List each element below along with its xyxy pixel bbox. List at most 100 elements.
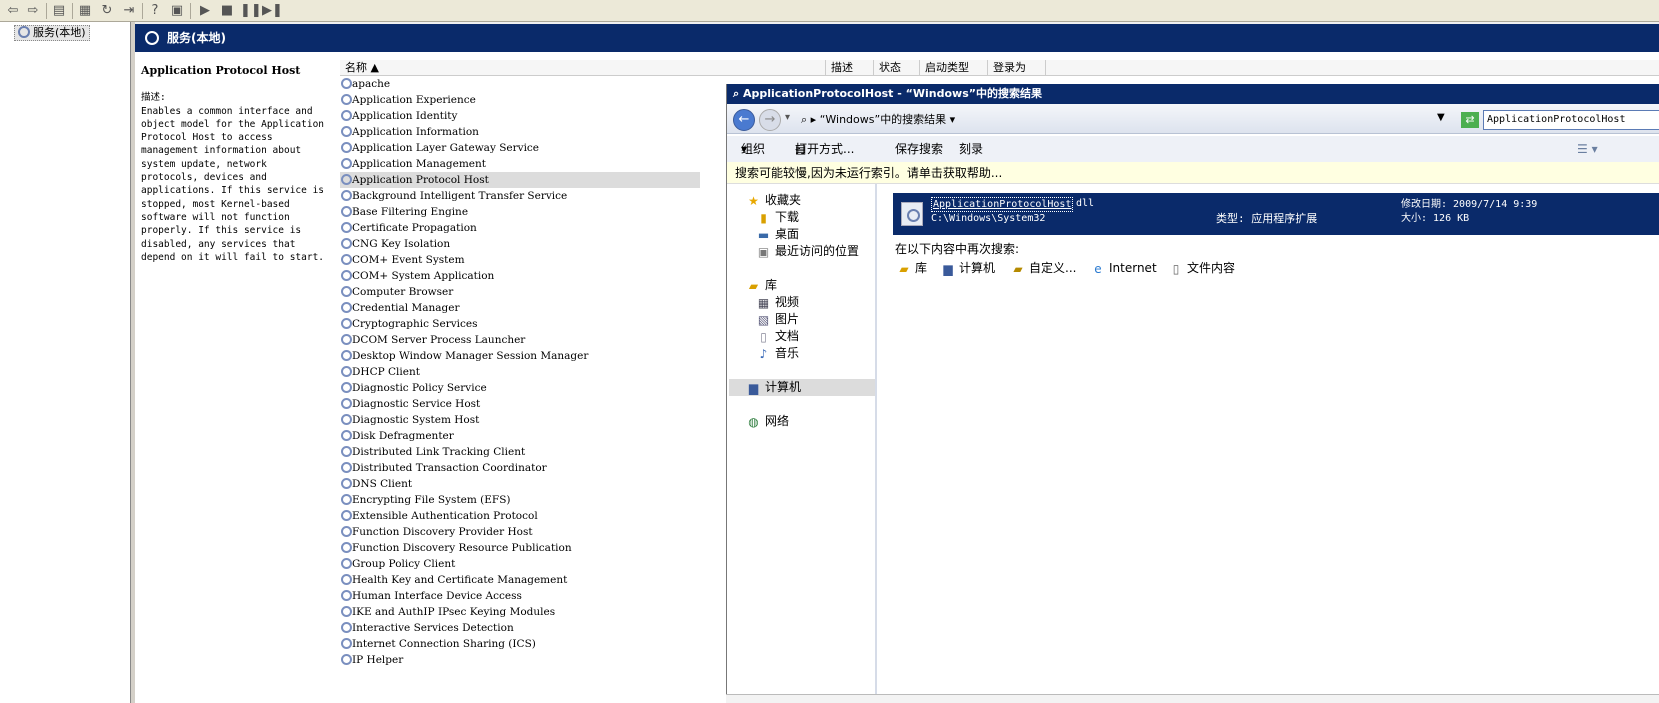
service-row[interactable]: Distributed Transaction Coordinator bbox=[340, 460, 700, 476]
organize-label: 组织 bbox=[741, 142, 766, 156]
resume-service-icon[interactable]: ▶❚ bbox=[262, 2, 283, 20]
refresh-icon[interactable]: ⇄ bbox=[1461, 112, 1479, 128]
pause-service-icon[interactable]: ❚❚ bbox=[240, 2, 262, 20]
refresh-icon[interactable]: ↻ bbox=[98, 2, 116, 20]
help-icon[interactable]: ? bbox=[146, 2, 164, 20]
service-gear-icon bbox=[341, 510, 352, 521]
service-row[interactable]: COM+ Event System bbox=[340, 252, 700, 268]
search-window-titlebar[interactable]: ⌕ ApplicationProtocolHost - “Windows”中的搜… bbox=[727, 84, 1659, 104]
nav-documents[interactable]: ▯ 文档 bbox=[757, 328, 799, 345]
search-again-custom[interactable]: ▰ 自定义... bbox=[1011, 260, 1076, 277]
toolbar: ⇦ ⇨ ▤ ▦ ↻ ⇥ ? ▣ ▶ ■ ❚❚ ▶❚ bbox=[0, 0, 1659, 22]
start-service-icon[interactable]: ▶ bbox=[196, 2, 214, 20]
service-row[interactable]: Group Policy Client bbox=[340, 556, 700, 572]
nav-downloads[interactable]: ▮ 下载 bbox=[757, 209, 799, 226]
export-list-icon[interactable]: ⇥ bbox=[120, 2, 138, 20]
service-row[interactable]: Diagnostic Service Host bbox=[340, 396, 700, 412]
service-gear-icon bbox=[341, 622, 352, 633]
service-row[interactable]: IKE and AuthIP IPsec Keying Modules bbox=[340, 604, 700, 620]
toolbar-separator bbox=[190, 3, 191, 19]
service-row[interactable]: COM+ System Application bbox=[340, 268, 700, 284]
nav-favorites[interactable]: ★ 收藏夹 bbox=[747, 192, 801, 209]
nav-label: 下载 bbox=[775, 210, 800, 224]
service-row[interactable]: Interactive Services Detection bbox=[340, 620, 700, 636]
recent-places-icon: ▣ bbox=[757, 245, 770, 259]
show-hide-console-tree-icon[interactable]: ▤ bbox=[50, 2, 68, 20]
search-input[interactable]: ApplicationProtocolHost bbox=[1483, 110, 1659, 130]
service-row[interactable]: Application Experience bbox=[340, 92, 700, 108]
service-row[interactable]: Diagnostic Policy Service bbox=[340, 380, 700, 396]
service-row[interactable]: IP Helper bbox=[340, 652, 700, 668]
service-row[interactable]: Human Interface Device Access bbox=[340, 588, 700, 604]
search-again-file-contents[interactable]: ▯ 文件内容 bbox=[1169, 260, 1235, 277]
service-row[interactable]: Disk Defragmenter bbox=[340, 428, 700, 444]
search-again-libraries[interactable]: ▰ 库 bbox=[897, 260, 927, 277]
service-row[interactable]: Cryptographic Services bbox=[340, 316, 700, 332]
service-row[interactable]: Base Filtering Engine bbox=[340, 204, 700, 220]
service-row[interactable]: DNS Client bbox=[340, 476, 700, 492]
nav-videos[interactable]: ▦ 视频 bbox=[757, 294, 799, 311]
organize-menu[interactable]: 组织 ▾ bbox=[741, 136, 765, 162]
service-row[interactable]: Credential Manager bbox=[340, 300, 700, 316]
search-result-item[interactable]: ApplicationProtocolHost dll C:\Windows\S… bbox=[893, 193, 1659, 235]
service-row[interactable]: Function Discovery Resource Publication bbox=[340, 540, 700, 556]
service-row[interactable]: Desktop Window Manager Session Manager bbox=[340, 348, 700, 364]
chevron-down-icon[interactable]: ▾ bbox=[785, 112, 790, 123]
service-row[interactable]: DCOM Server Process Launcher bbox=[340, 332, 700, 348]
forward-button[interactable]: → bbox=[759, 109, 781, 131]
search-again-computer[interactable]: ▆ 计算机 bbox=[941, 260, 995, 277]
service-row[interactable]: Distributed Link Tracking Client bbox=[340, 444, 700, 460]
service-row[interactable]: DHCP Client bbox=[340, 364, 700, 380]
service-row[interactable]: Extensible Authentication Protocol bbox=[340, 508, 700, 524]
service-gear-icon bbox=[341, 430, 352, 441]
service-row[interactable]: Certificate Propagation bbox=[340, 220, 700, 236]
tree-node-services-local[interactable]: 服务(本地) bbox=[14, 25, 90, 41]
service-row[interactable]: Computer Browser bbox=[340, 284, 700, 300]
info-bar[interactable]: 搜索可能较慢,因为未运行索引。请单击获取帮助... bbox=[727, 162, 1659, 184]
nav-computer[interactable]: ▆ 计算机 bbox=[729, 379, 875, 396]
service-row[interactable]: Function Discovery Provider Host bbox=[340, 524, 700, 540]
service-row[interactable]: Application Layer Gateway Service bbox=[340, 140, 700, 156]
back-button[interactable]: ← bbox=[733, 109, 755, 131]
service-row[interactable]: CNG Key Isolation bbox=[340, 236, 700, 252]
save-search-button[interactable]: 保存搜索 bbox=[895, 136, 943, 162]
service-row[interactable]: Application Information bbox=[340, 124, 700, 140]
service-name: IKE and AuthIP IPsec Keying Modules bbox=[352, 606, 556, 618]
page-title: 服务(本地) bbox=[167, 31, 226, 45]
properties-icon[interactable]: ▦ bbox=[76, 2, 94, 20]
column-header-status[interactable]: 状态 bbox=[874, 60, 920, 76]
show-hide-action-pane-icon[interactable]: ▣ bbox=[168, 2, 186, 20]
service-row[interactable]: Encrypting File System (EFS) bbox=[340, 492, 700, 508]
address-path[interactable]: ⌕ ▸ “Windows”中的搜索结果 ▾ bbox=[801, 111, 1411, 129]
nav-desktop[interactable]: ▬ 桌面 bbox=[757, 226, 799, 243]
service-row[interactable]: Health Key and Certificate Management bbox=[340, 572, 700, 588]
service-row[interactable]: Diagnostic System Host bbox=[340, 412, 700, 428]
nav-pictures[interactable]: ▧ 图片 bbox=[757, 311, 799, 328]
address-dropdown-icon[interactable]: ▼ bbox=[1437, 112, 1445, 123]
service-row[interactable]: apache bbox=[340, 76, 700, 92]
service-name: Background Intelligent Transfer Service bbox=[352, 190, 568, 202]
stop-service-icon[interactable]: ■ bbox=[218, 2, 236, 20]
nav-music[interactable]: ♪ 音乐 bbox=[757, 345, 799, 362]
column-header-startup-type[interactable]: 启动类型 bbox=[920, 60, 988, 76]
nav-network[interactable]: ◍ 网络 bbox=[747, 413, 789, 430]
computer-icon: ▆ bbox=[943, 262, 953, 276]
view-options-icon[interactable]: ☰ ▾ bbox=[1577, 136, 1598, 162]
service-gear-icon bbox=[341, 94, 352, 105]
column-header-description[interactable]: 描述 bbox=[826, 60, 874, 76]
forward-arrow-icon[interactable]: ⇨ bbox=[24, 2, 42, 20]
column-header-logon-as[interactable]: 登录为 bbox=[988, 60, 1046, 76]
column-header-name[interactable]: 名称 ▲ bbox=[340, 60, 826, 76]
nav-recent-places[interactable]: ▣ 最近访问的位置 bbox=[757, 243, 859, 260]
service-name: Distributed Link Tracking Client bbox=[352, 446, 526, 458]
nav-libraries[interactable]: ▰ 库 bbox=[747, 277, 777, 294]
service-row[interactable]: Application Protocol Host bbox=[340, 172, 700, 188]
service-row[interactable]: Application Identity bbox=[340, 108, 700, 124]
document-icon: ▯ bbox=[760, 330, 767, 344]
search-again-internet[interactable]: e Internet bbox=[1091, 260, 1156, 277]
service-row[interactable]: Background Intelligent Transfer Service bbox=[340, 188, 700, 204]
service-row[interactable]: Internet Connection Sharing (ICS) bbox=[340, 636, 700, 652]
back-arrow-icon[interactable]: ⇦ bbox=[4, 2, 22, 20]
service-row[interactable]: Application Management bbox=[340, 156, 700, 172]
burn-button[interactable]: 刻录 bbox=[959, 136, 983, 162]
